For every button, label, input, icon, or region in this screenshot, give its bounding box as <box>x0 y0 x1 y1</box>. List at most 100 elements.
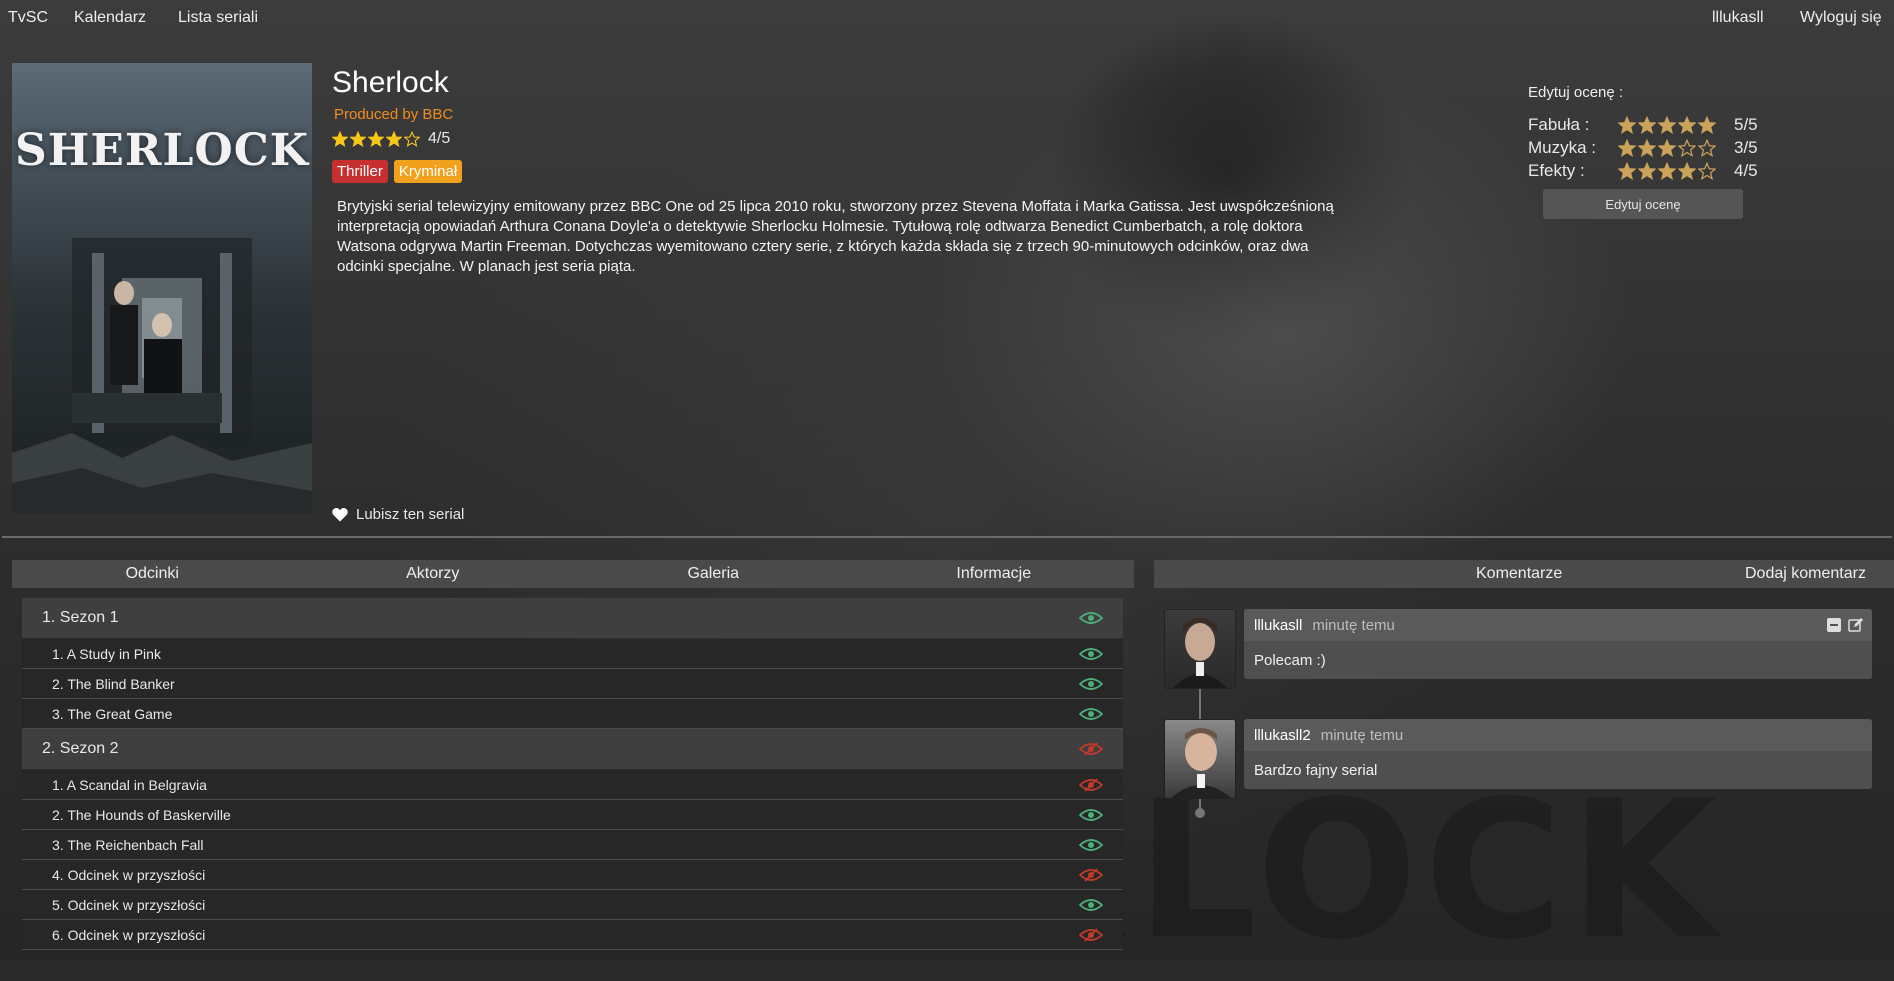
show-producer: Produced by BBC <box>334 106 454 123</box>
rating-row: Efekty : 4/5 <box>1528 160 1758 182</box>
rating-stars[interactable] <box>1617 114 1730 136</box>
star-empty-icon <box>1677 138 1697 157</box>
episode-title: 1. A Study in Pink <box>52 645 161 662</box>
season-row[interactable]: 2. Sezon 2 <box>22 729 1123 769</box>
nav-logout-link[interactable]: Wyloguj się <box>1800 9 1882 27</box>
heart-icon <box>332 508 348 522</box>
rating-label: Efekty : <box>1528 161 1585 180</box>
poster-title: SHERLOCK <box>15 125 309 176</box>
episode-row[interactable]: 3. The Reichenbach Fall <box>22 830 1123 860</box>
like-show-button[interactable]: Lubisz ten serial <box>332 506 464 523</box>
show-poster: SHERLOCK <box>12 63 312 513</box>
star-filled-icon <box>331 130 349 147</box>
comment-author[interactable]: lllukasll <box>1254 617 1302 634</box>
rating-stars[interactable] <box>1617 160 1730 182</box>
episode-list: 1. Sezon 1 1. A Study in Pink 2. The Bli… <box>22 598 1123 950</box>
star-filled-icon <box>1637 138 1657 157</box>
episode-title: 2. The Blind Banker <box>52 675 175 692</box>
star-empty-icon <box>1697 161 1717 180</box>
star-filled-icon <box>1677 115 1697 134</box>
comment-author[interactable]: lllukasll2 <box>1254 727 1311 744</box>
rating-label: Fabuła : <box>1528 115 1590 134</box>
episode-title: 5. Odcinek w przyszłości <box>52 896 206 913</box>
episode-title: 3. The Great Game <box>52 705 173 722</box>
season-title: 2. Sezon 2 <box>42 740 119 757</box>
episode-title: 4. Odcinek w przyszłości <box>52 866 206 883</box>
section-divider <box>2 536 1892 538</box>
edit-comment-icon[interactable] <box>1848 617 1864 633</box>
episode-row[interactable]: 2. The Blind Banker <box>22 669 1123 699</box>
comment-time: minutę temu <box>1312 616 1395 634</box>
tab-aktorzy[interactable]: Aktorzy <box>293 560 574 588</box>
watched-eye-icon[interactable] <box>1079 647 1103 661</box>
rating-stars[interactable] <box>1617 137 1730 159</box>
nav-series-list-link[interactable]: Lista seriali <box>178 9 258 27</box>
watched-eye-icon[interactable] <box>1079 611 1103 625</box>
star-empty-icon <box>403 130 421 147</box>
comment-avatar <box>1164 609 1236 689</box>
tab-informacje[interactable]: Informacje <box>854 560 1135 588</box>
unwatched-eye-icon[interactable] <box>1079 742 1103 756</box>
genre-tag[interactable]: Kryminał <box>393 160 463 183</box>
episode-row[interactable]: 1. A Scandal in Belgravia <box>22 770 1123 800</box>
genre-tags: Thriller Kryminał <box>332 160 463 183</box>
star-filled-icon <box>1637 161 1657 180</box>
star-filled-icon <box>1657 161 1677 180</box>
comment-body: Bardzo fajny serial <box>1244 751 1872 789</box>
unwatched-eye-icon[interactable] <box>1079 927 1103 942</box>
star-filled-icon <box>1637 115 1657 134</box>
watched-eye-icon[interactable] <box>1079 808 1103 822</box>
nav-brand-link[interactable]: TvSC <box>8 9 48 27</box>
rating-value: 3/5 <box>1734 138 1758 157</box>
episode-row[interactable]: 3. The Great Game <box>22 699 1123 729</box>
show-rating: 4/5 <box>331 130 451 148</box>
episode-title: 3. The Reichenbach Fall <box>52 836 204 853</box>
comment-header: lllukasll minutę temu <box>1244 609 1872 641</box>
star-filled-icon <box>385 130 403 147</box>
episode-row[interactable]: 5. Odcinek w przyszłości <box>22 890 1123 920</box>
watched-eye-icon[interactable] <box>1079 707 1103 721</box>
nav-calendar-link[interactable]: Kalendarz <box>74 9 146 27</box>
rating-value: 4/5 <box>1734 161 1758 180</box>
show-description: Brytyjski serial telewizyjny emitowany p… <box>337 198 1334 275</box>
tab-galeria[interactable]: Galeria <box>573 560 854 588</box>
comments-title: Komentarze <box>1476 565 1563 582</box>
episode-title: 1. A Scandal in Belgravia <box>52 776 207 793</box>
episode-title: 6. Odcinek w przyszłości <box>52 926 206 943</box>
star-empty-icon <box>1697 138 1717 157</box>
unwatched-eye-icon[interactable] <box>1079 867 1103 882</box>
comment-card: lllukasll2 minutę temu Bardzo fajny seri… <box>1244 719 1872 789</box>
tab-odcinki[interactable]: Odcinki <box>12 560 293 588</box>
show-title: Sherlock <box>332 66 449 99</box>
season-title: 1. Sezon 1 <box>42 609 119 626</box>
rating-label: Muzyka : <box>1528 138 1597 157</box>
star-filled-icon <box>367 130 385 147</box>
rating-row: Muzyka : 3/5 <box>1528 137 1758 159</box>
episode-row[interactable]: 4. Odcinek w przyszłości <box>22 860 1123 890</box>
season-row[interactable]: 1. Sezon 1 <box>22 598 1123 638</box>
watched-eye-icon[interactable] <box>1079 838 1103 852</box>
top-navbar: TvSC Kalendarz Lista seriali lllukasll W… <box>0 0 1894 36</box>
rating-value: 5/5 <box>1734 115 1758 134</box>
star-filled-icon <box>1617 161 1637 180</box>
comment-avatar <box>1164 719 1236 799</box>
episode-row[interactable]: 6. Odcinek w przyszłości <box>22 920 1123 950</box>
watched-eye-icon[interactable] <box>1079 677 1103 691</box>
avatar-image <box>1173 618 1227 688</box>
star-filled-icon <box>1617 115 1637 134</box>
show-rating-stars <box>331 130 422 148</box>
star-filled-icon <box>1657 115 1677 134</box>
nav-user-link[interactable]: lllukasll <box>1712 9 1764 27</box>
genre-tag[interactable]: Thriller <box>332 160 388 183</box>
unwatched-eye-icon[interactable] <box>1079 777 1103 792</box>
show-rating-value: 4/5 <box>428 130 451 147</box>
episode-row[interactable]: 1. A Study in Pink <box>22 639 1123 669</box>
watched-eye-icon[interactable] <box>1079 898 1103 912</box>
episode-row[interactable]: 2. The Hounds of Baskerville <box>22 800 1123 830</box>
add-comment-link[interactable]: Dodaj komentarz <box>1745 565 1866 583</box>
star-filled-icon <box>349 130 367 147</box>
comment-card: lllukasll minutę temu Polecam :) <box>1244 609 1872 679</box>
comment-body: Polecam :) <box>1244 641 1872 679</box>
delete-comment-icon[interactable] <box>1826 617 1842 633</box>
edit-rating-button[interactable]: Edytuj ocenę <box>1543 189 1743 219</box>
